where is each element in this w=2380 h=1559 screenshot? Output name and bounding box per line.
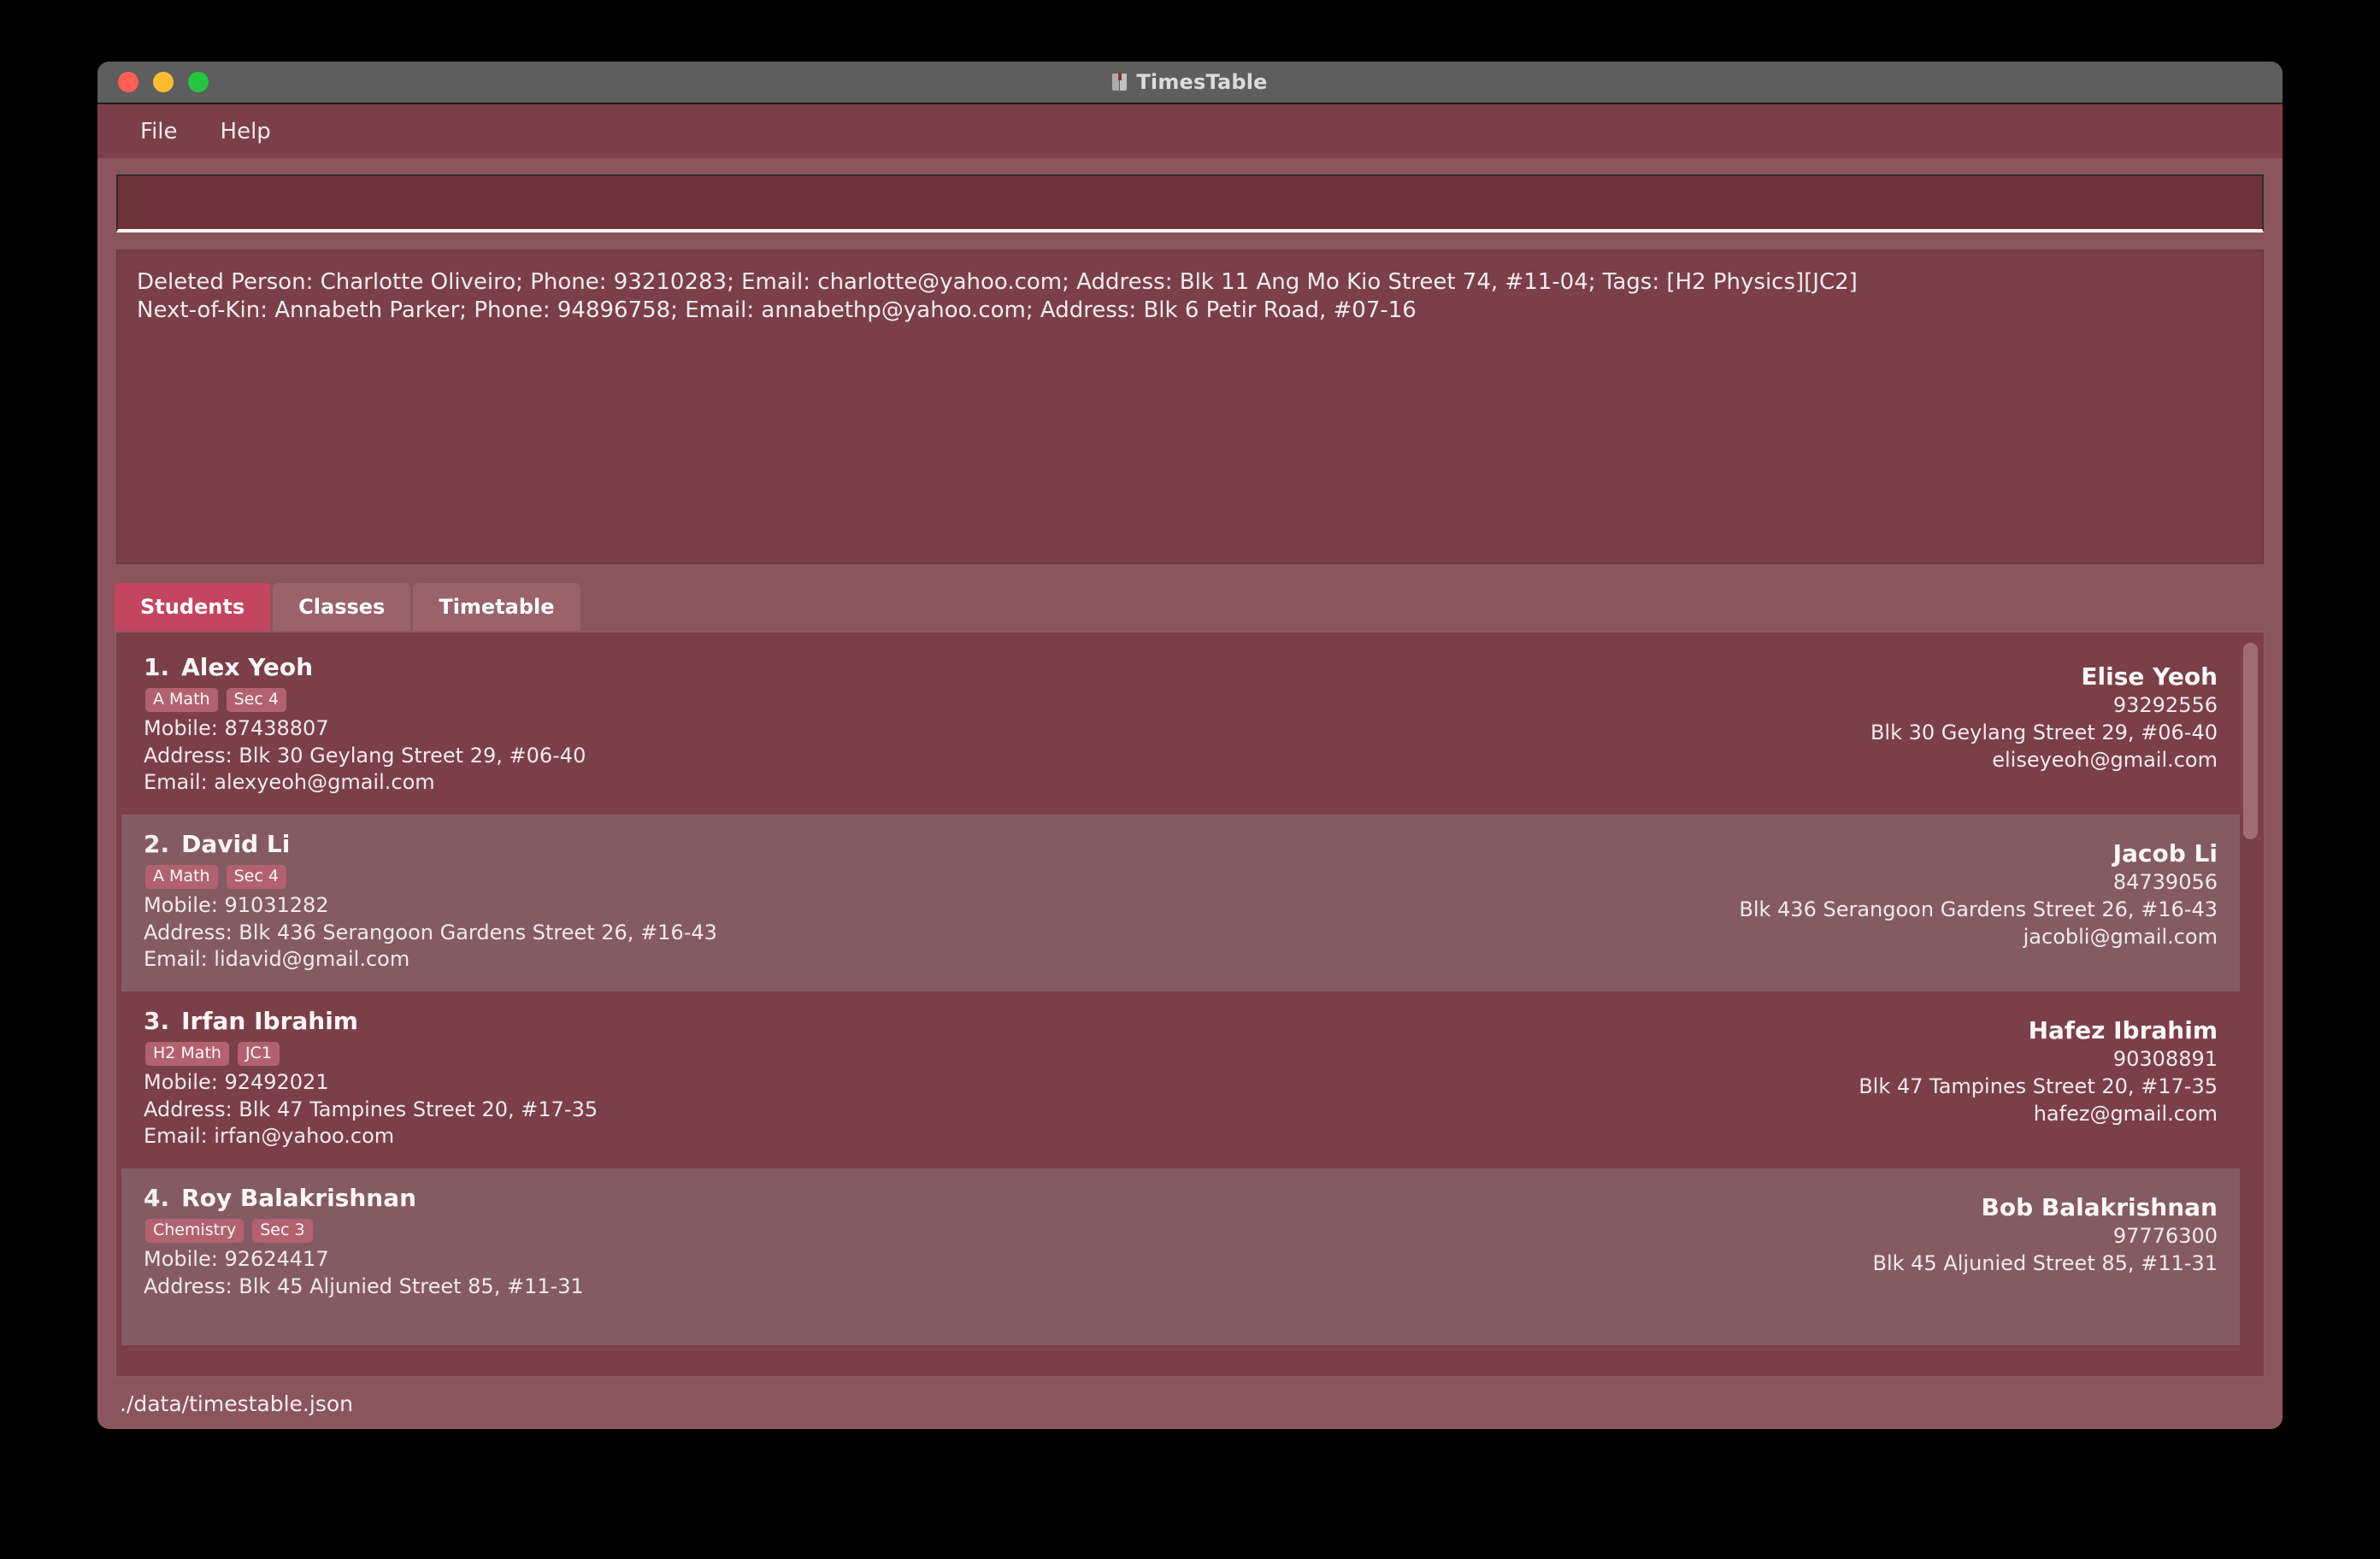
next-of-kin: Jacob Li 84739056 Blk 436 Serangoon Gard… [1739,838,2218,950]
next-of-kin: Elise Yeoh 93292556 Blk 30 Geylang Stree… [1870,662,2218,774]
student-name: David Li [181,830,291,858]
tag: JC1 [237,1042,280,1066]
window-title-group: TimesTable [97,62,2283,103]
book-icon [1112,73,1128,91]
tag: Chemistry [145,1219,244,1243]
tab-classes[interactable]: Classes [273,583,411,631]
title-bar: TimesTable [97,62,2283,104]
minimize-button[interactable] [153,72,174,92]
main-body: Deleted Person: Charlotte Oliveiro; Phon… [97,159,2283,1429]
student-index: 4. [144,1184,170,1212]
result-line: Deleted Person: Charlotte Oliveiro; Phon… [137,269,1858,295]
kin-phone: 90308891 [2112,1047,2218,1071]
scrollbar-thumb[interactable] [2243,643,2258,839]
kin-email: eliseyeoh@gmail.com [1992,748,2218,773]
tag: Sec 4 [226,688,286,712]
student-name: Roy Balakrishnan [181,1184,417,1212]
tag: H2 Math [145,1042,229,1066]
kin-phone: 97776300 [2112,1224,2218,1248]
next-of-kin: Hafez Ibrahim 90308891 Blk 47 Tampines S… [1859,1015,2218,1127]
student-index: 3. [144,1007,170,1035]
kin-address: Blk 436 Serangoon Gardens Street 26, #16… [1739,897,2218,922]
student-name: Alex Yeoh [181,653,314,681]
menu-bar: File Help [97,104,2283,159]
app-window: TimesTable File Help Deleted Person: Cha… [97,62,2283,1429]
list-item[interactable]: 2. David Li A Math Sec 4 Mobile: 9103128… [121,815,2240,991]
kin-phone: 84739056 [2112,870,2218,894]
list-item[interactable]: 3. Irfan Ibrahim H2 Math JC1 Mobile: 924… [121,991,2240,1168]
command-box-wrapper [116,174,2264,232]
result-display: Deleted Person: Charlotte Oliveiro; Phon… [116,250,2264,564]
student-index: 2. [144,830,170,858]
tag: Sec 4 [226,865,286,889]
student-name: Irfan Ibrahim [181,1007,358,1035]
kin-address: Blk 47 Tampines Street 20, #17-35 [1859,1074,2218,1099]
tab-timetable[interactable]: Timetable [413,583,580,631]
maximize-button[interactable] [188,72,209,92]
window-title: TimesTable [1136,70,1268,94]
kin-name: Jacob Li [2112,839,2218,868]
tab-students[interactable]: Students [115,583,271,631]
tag: A Math [145,865,218,889]
result-line: Next-of-Kin: Annabeth Parker; Phone: 948… [137,297,1417,324]
student-list-panel: 1. Alex Yeoh A Math Sec 4 Mobile: 874388… [115,631,2265,1378]
save-location-status: ./data/timestable.json [120,1391,353,1416]
next-of-kin: Bob Balakrishnan 97776300 Blk 45 Aljunie… [1873,1192,2218,1277]
student-address: Address: Blk 45 Aljunied Street 85, #11-… [144,1274,584,1298]
kin-name: Hafez Ibrahim [2028,1016,2218,1044]
tag: Sec 3 [252,1219,313,1243]
kin-phone: 93292556 [2112,693,2218,717]
list-item[interactable]: 1. Alex Yeoh A Math Sec 4 Mobile: 874388… [121,638,2240,815]
kin-name: Bob Balakrishnan [1981,1193,2218,1221]
student-index: 1. [144,653,170,681]
menu-item-help[interactable]: Help [205,114,286,150]
close-button[interactable] [118,72,138,92]
kin-address: Blk 30 Geylang Street 29, #06-40 [1870,721,2218,745]
tab-bar: Students Classes Timetable [115,583,2267,631]
status-bar: ./data/timestable.json [113,1378,2267,1429]
student-list: 1. Alex Yeoh A Math Sec 4 Mobile: 874388… [121,638,2240,1376]
list-scrollbar[interactable] [2242,638,2259,1371]
kin-name: Elise Yeoh [2081,662,2218,691]
command-input[interactable] [116,174,2264,232]
list-item[interactable]: 4. Roy Balakrishnan Chemistry Sec 3 Mobi… [121,1168,2240,1345]
menu-item-file[interactable]: File [125,114,193,150]
window-controls [118,72,209,92]
kin-email: hafez@gmail.com [2033,1102,2218,1127]
tag: A Math [145,688,218,712]
kin-address: Blk 45 Aljunied Street 85, #11-31 [1872,1251,2218,1276]
kin-email: jacobli@gmail.com [2023,925,2218,950]
